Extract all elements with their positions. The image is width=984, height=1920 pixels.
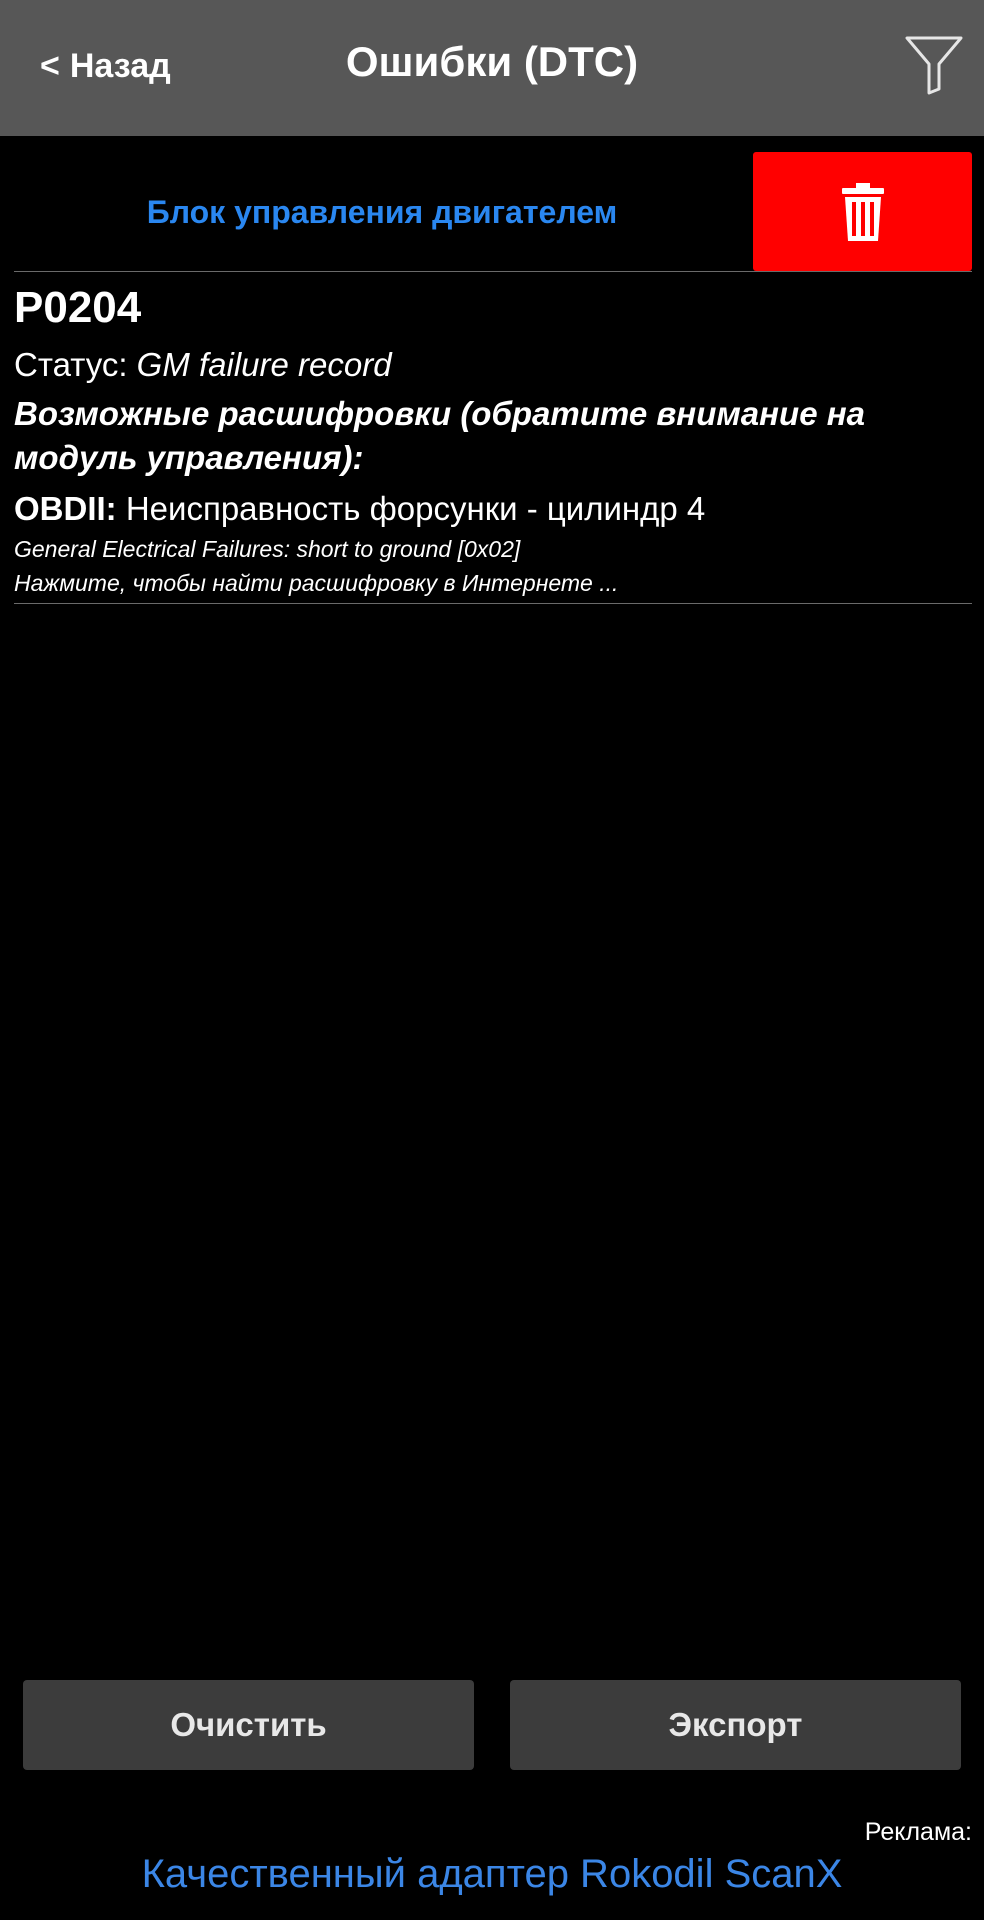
dtc-hint-title: Возможные расшифровки (обратите внимание… — [14, 395, 866, 476]
dtc-list-item[interactable]: P0204 Статус: GM failure record Возможны… — [14, 276, 972, 600]
dtc-code: P0204 — [14, 283, 142, 332]
dtc-description: OBDII: Неисправность форсунки - цилиндр … — [14, 486, 972, 532]
divider-top — [14, 271, 972, 272]
dtc-status: Статус: GM failure record — [14, 342, 972, 388]
filter-funnel-icon — [905, 36, 963, 95]
dtc-standard: OBDII: — [14, 490, 117, 527]
dtc-status-label: Статус: — [14, 346, 128, 383]
divider-bottom — [14, 603, 972, 604]
delete-button[interactable] — [753, 152, 972, 271]
app-bar: < Назад Ошибки (DTC) — [0, 0, 984, 136]
filter-button[interactable] — [904, 34, 964, 96]
dtc-search-link[interactable]: Нажмите, чтобы найти расшифровку в Интер… — [14, 566, 972, 600]
ad-link[interactable]: Качественный адаптер Rokodil ScanX — [0, 1852, 984, 1897]
dtc-sub-description: General Electrical Failures: short to gr… — [14, 536, 521, 562]
ad-label: Реклама: — [864, 1818, 972, 1846]
module-name: Блок управления двигателем — [146, 194, 618, 230]
dtc-description-text: Неисправность форсунки - цилиндр 4 — [125, 490, 706, 527]
export-button[interactable]: Экспорт — [510, 1680, 961, 1770]
dtc-status-value: GM failure record — [136, 346, 392, 383]
module-header: Блок управления двигателем — [14, 152, 972, 272]
trash-icon — [841, 182, 884, 241]
page-title: Ошибки (DTC) — [345, 38, 639, 85]
dtc-screen: < Назад Ошибки (DTC) Блок управления дви… — [0, 0, 984, 1920]
clear-button[interactable]: Очистить — [23, 1680, 474, 1770]
